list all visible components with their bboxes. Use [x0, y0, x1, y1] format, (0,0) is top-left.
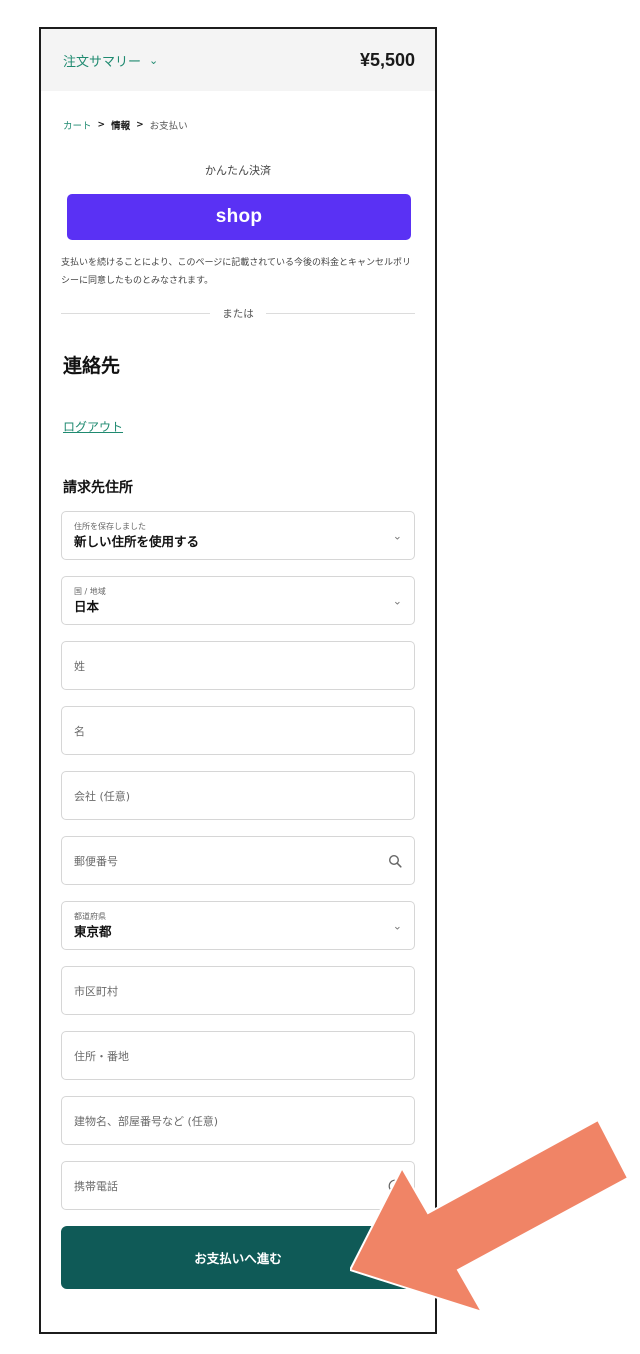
chevron-down-icon: ⌄	[149, 53, 159, 67]
policy-notice: 支払いを続けることにより、このページに記載されている今後の料金とキャンセルポリシ…	[61, 258, 412, 286]
phone-placeholder: 携帯電話	[74, 1179, 118, 1193]
order-summary-bar[interactable]: 注文サマリー ⌄ ¥5,500	[41, 29, 435, 91]
breadcrumb-separator: >	[136, 120, 144, 130]
saved-address-label: 住所を保存しました	[74, 522, 146, 531]
express-checkout-title: かんたん決済	[205, 164, 271, 177]
breadcrumb-payment: お支払い	[149, 121, 188, 132]
shop-pay-logo: shop	[215, 206, 263, 227]
order-summary-toggle[interactable]: 注文サマリー ⌄	[63, 51, 158, 70]
chevron-down-icon: ⌄	[392, 529, 402, 542]
continue-to-payment-label: お支払いへ進む	[194, 1251, 282, 1266]
saved-address-value: 新しい住所を使用する	[74, 534, 200, 549]
city-field[interactable]: 市区町村	[61, 966, 415, 1015]
help-icon[interactable]: ?	[388, 1179, 402, 1193]
address-placeholder: 住所・番地	[74, 1049, 129, 1063]
divider-label: または	[222, 308, 254, 320]
chevron-down-icon: ⌄	[392, 919, 402, 932]
shop-pay-button[interactable]: shop	[67, 194, 411, 240]
saved-address-select[interactable]: 住所を保存しました 新しい住所を使用する ⌄	[61, 511, 415, 560]
order-total: ¥5,500	[359, 49, 415, 70]
billing-address-heading: 請求先住所	[63, 480, 133, 496]
city-placeholder: 市区町村	[74, 984, 118, 998]
chevron-down-icon: ⌄	[392, 594, 402, 607]
building-placeholder: 建物名、部屋番号など (任意)	[74, 1114, 219, 1128]
postal-code-field[interactable]: 郵便番号	[61, 836, 415, 885]
last-name-placeholder: 姓	[74, 659, 85, 673]
prefecture-select[interactable]: 都道府県 東京都 ⌄	[61, 901, 415, 950]
billing-form: 住所を保存しました 新しい住所を使用する ⌄ 国 / 地域 日本 ⌄ 姓 名 会…	[61, 511, 415, 1210]
first-name-placeholder: 名	[74, 724, 85, 738]
postal-code-placeholder: 郵便番号	[74, 854, 118, 868]
order-summary-label: 注文サマリー	[63, 54, 142, 70]
breadcrumb-separator: >	[97, 120, 106, 130]
last-name-field[interactable]: 姓	[61, 641, 415, 690]
phone-frame: 注文サマリー ⌄ ¥5,500 カート > 情報 > お支払い かんたん決済 s…	[39, 27, 437, 1334]
breadcrumb-info: 情報	[111, 121, 131, 132]
svg-text:?: ?	[393, 1182, 397, 1191]
breadcrumb-cart[interactable]: カート	[63, 118, 92, 132]
country-value: 日本	[74, 599, 100, 614]
prefecture-value: 東京都	[74, 924, 112, 939]
divider-line	[61, 313, 211, 314]
continue-to-payment-button[interactable]: お支払いへ進む	[61, 1226, 415, 1289]
country-label: 国 / 地域	[74, 587, 106, 596]
first-name-field[interactable]: 名	[61, 706, 415, 755]
breadcrumb: カート > 情報 > お支払い	[63, 118, 435, 132]
country-select[interactable]: 国 / 地域 日本 ⌄	[61, 576, 415, 625]
divider-line	[265, 313, 415, 314]
phone-field[interactable]: 携帯電話 ?	[61, 1161, 415, 1210]
logout-link[interactable]: ログアウト	[63, 418, 123, 435]
company-field[interactable]: 会社 (任意)	[61, 771, 415, 820]
contact-heading: 連絡先	[63, 355, 121, 377]
building-field[interactable]: 建物名、部屋番号など (任意)	[61, 1096, 415, 1145]
address-field[interactable]: 住所・番地	[61, 1031, 415, 1080]
company-placeholder: 会社 (任意)	[74, 789, 131, 803]
search-icon[interactable]	[388, 854, 402, 868]
prefecture-label: 都道府県	[74, 912, 106, 921]
or-divider: または	[61, 306, 415, 321]
